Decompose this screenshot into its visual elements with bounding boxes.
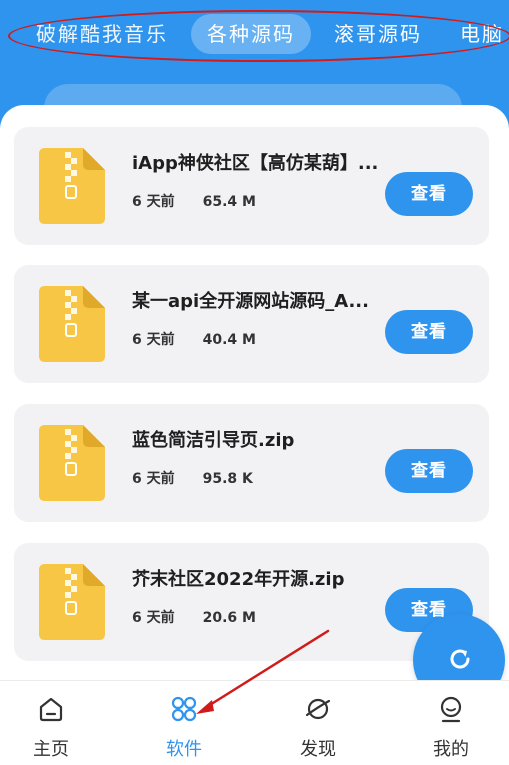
nav-software[interactable]: 软件 <box>144 681 224 765</box>
file-date: 6 天前 <box>132 471 175 487</box>
file-size: 95.8 K <box>202 471 253 487</box>
file-date: 6 天前 <box>132 332 175 348</box>
file-meta: 6 天前 20.6 M <box>132 607 256 627</box>
nav-discover[interactable]: 发现 <box>278 681 358 765</box>
file-card[interactable]: iApp神侠社区【高仿某葫】... 6 天前 65.4 M 查看 <box>14 127 489 245</box>
file-meta: 6 天前 95.8 K <box>132 468 253 488</box>
nav-label: 我的 <box>433 739 469 760</box>
app-screen: 破解酷我音乐 各种源码 滚哥源码 电脑 iApp神侠社区【高仿某葫】... 6 … <box>0 0 509 765</box>
nav-home[interactable]: 主页 <box>11 681 91 765</box>
zip-file-icon <box>39 425 105 501</box>
file-card[interactable]: 某一api全开源网站源码_A... 6 天前 40.4 M 查看 <box>14 265 489 383</box>
file-title: 某一api全开源网站源码_A... <box>132 291 369 312</box>
file-date: 6 天前 <box>132 194 175 210</box>
file-list: iApp神侠社区【高仿某葫】... 6 天前 65.4 M 查看 某一api全开源… <box>0 105 509 680</box>
zip-file-icon <box>39 148 105 224</box>
file-size: 20.6 M <box>202 610 256 626</box>
nav-label: 软件 <box>166 739 202 760</box>
file-meta: 6 天前 65.4 M <box>132 191 256 211</box>
refresh-icon <box>450 649 470 669</box>
tab-computer[interactable]: 电脑 <box>460 14 504 54</box>
smiley-profile-icon <box>440 696 462 723</box>
file-title: 蓝色简洁引导页.zip <box>132 430 295 451</box>
tab-crack-kuwo[interactable]: 破解酷我音乐 <box>36 14 168 54</box>
nav-label: 发现 <box>300 739 336 760</box>
view-button[interactable]: 查看 <box>385 310 473 354</box>
nav-label: 主页 <box>33 739 69 760</box>
view-button[interactable]: 查看 <box>385 449 473 493</box>
view-button[interactable]: 查看 <box>385 172 473 216</box>
nav-profile[interactable]: 我的 <box>411 681 491 765</box>
apps-icon <box>171 696 197 722</box>
planet-icon <box>305 698 331 720</box>
zip-file-icon <box>39 564 105 640</box>
category-tabs: 破解酷我音乐 各种源码 滚哥源码 电脑 <box>0 14 509 54</box>
file-size: 65.4 M <box>202 194 256 210</box>
zip-file-icon <box>39 286 105 362</box>
file-meta: 6 天前 40.4 M <box>132 329 256 349</box>
home-icon <box>39 697 63 722</box>
file-title: iApp神侠社区【高仿某葫】... <box>132 153 379 174</box>
file-date: 6 天前 <box>132 610 175 626</box>
bottom-navigation: 主页 软件 发现 我的 <box>0 680 509 765</box>
file-card[interactable]: 蓝色简洁引导页.zip 6 天前 95.8 K 查看 <box>14 404 489 522</box>
file-title: 芥末社区2022年开源.zip <box>132 569 345 590</box>
file-size: 40.4 M <box>202 332 256 348</box>
tab-gunge-source[interactable]: 滚哥源码 <box>334 14 422 54</box>
tab-source-code-selected[interactable]: 各种源码 <box>191 14 311 54</box>
